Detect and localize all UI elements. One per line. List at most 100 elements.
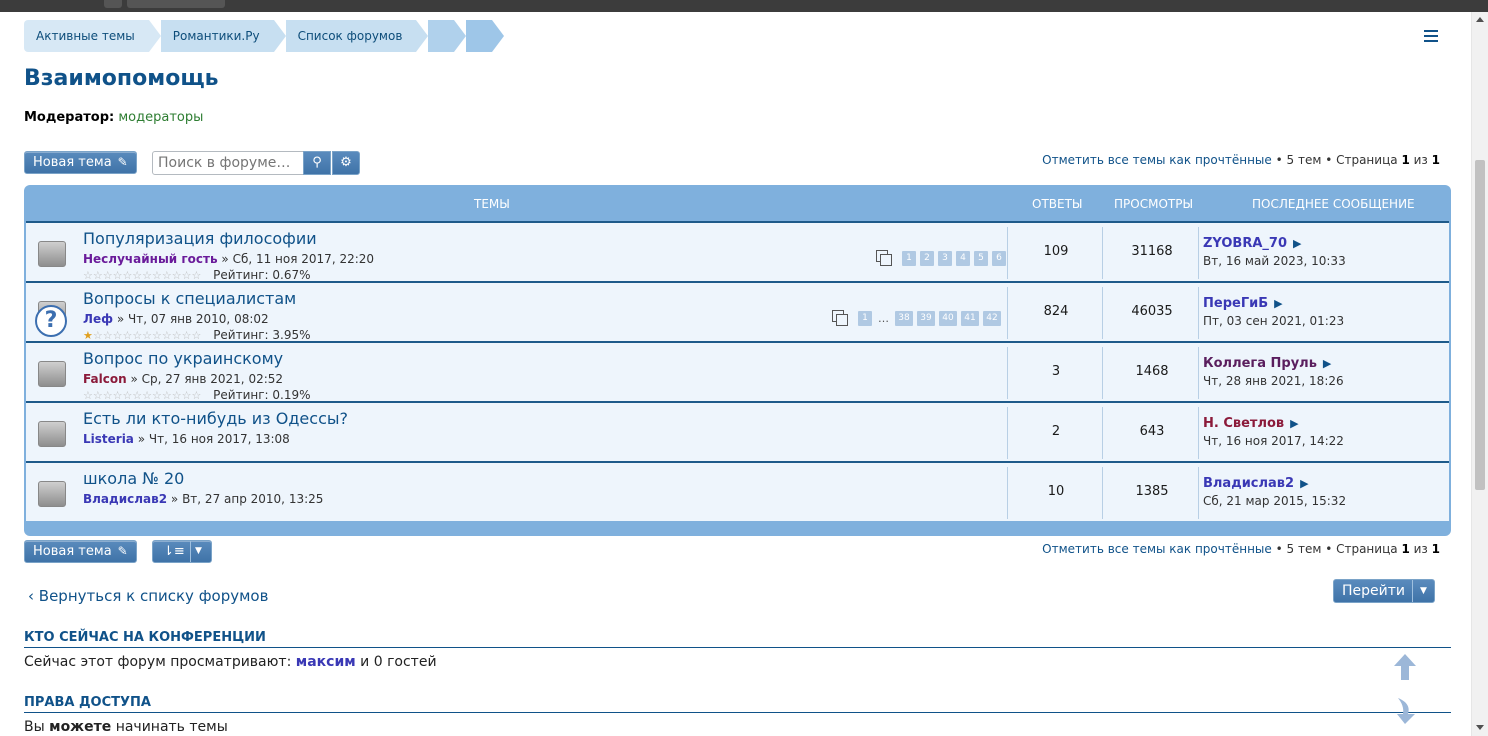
topic-date: Чт, 07 янв 2010, 08:02 xyxy=(128,312,269,326)
page-link[interactable]: 2 xyxy=(920,250,934,266)
page-link[interactable]: 5 xyxy=(974,250,988,266)
page-total: 1 xyxy=(1431,153,1440,167)
page-link[interactable]: 3 xyxy=(938,250,952,266)
new-topic-button[interactable]: Новая тема ✎ xyxy=(24,151,137,174)
online-user-link[interactable]: максим xyxy=(296,654,356,670)
page-link[interactable]: 6 xyxy=(992,250,1006,266)
mark-read-link[interactable]: Отметить все темы как прочтённые xyxy=(1042,542,1272,556)
rating-text: Рейтинг: 3.95% xyxy=(213,328,311,342)
header-topics: ТЕМЫ xyxy=(474,197,510,211)
page-link[interactable]: 1 xyxy=(902,250,916,266)
who-online-prefix: Сейчас этот форум просматривают: xyxy=(24,654,292,670)
breadcrumb-forum-home[interactable]: Романтики.Ру xyxy=(160,20,286,52)
topic-author-link[interactable]: Неслучайный гость xyxy=(83,252,218,266)
table-header: ТЕМЫ ОТВЕТЫ ПРОСМОТРЫ ПОСЛЕДНЕЕ СООБЩЕНИ… xyxy=(26,185,1449,221)
page-link[interactable]: 38 xyxy=(895,310,913,326)
pencil-icon: ✎ xyxy=(117,155,128,169)
scroll-up-arrow-icon[interactable] xyxy=(1476,17,1484,22)
topic-meta: Владислав2 » Вт, 27 апр 2010, 13:25 xyxy=(83,492,323,506)
last-post-author-link[interactable]: Владислав2 xyxy=(1203,476,1294,491)
topic-author-link[interactable]: Владислав2 xyxy=(83,492,167,506)
back-to-forums-link[interactable]: ‹ Вернуться к списку форумов xyxy=(28,587,268,605)
last-post-author-link[interactable]: Н. Светлов xyxy=(1203,416,1284,431)
page-link[interactable]: 4 xyxy=(956,250,970,266)
search-button[interactable]: ⚲ xyxy=(303,151,331,175)
last-post: ПереГиБ ▶ Пт, 03 сен 2021, 01:23 xyxy=(1203,296,1344,328)
scroll-to-top-icon[interactable] xyxy=(1392,652,1418,682)
last-post-author-link[interactable]: Коллега Пруль xyxy=(1203,356,1317,371)
topic-read-icon xyxy=(38,481,66,507)
last-post-author-link[interactable]: ПереГиБ xyxy=(1203,296,1268,311)
go-to-last-post-icon[interactable]: ▶ xyxy=(1323,357,1331,370)
topic-title-link[interactable]: школа № 20 xyxy=(83,469,184,488)
topic-pages: 1 2 3 4 5 6 xyxy=(876,250,1006,266)
header-views: ПРОСМОТРЫ xyxy=(1114,197,1194,211)
replies-count: 10 xyxy=(1047,484,1065,499)
topic-title-link[interactable]: Есть ли кто-нибудь из Одессы? xyxy=(83,409,348,428)
column-divider xyxy=(1007,467,1008,519)
last-post-date: Чт, 28 янв 2021, 18:26 xyxy=(1203,374,1344,388)
last-post: Владислав2 ▶ Сб, 21 мар 2015, 15:32 xyxy=(1203,476,1346,508)
new-topic-label: Новая тема xyxy=(33,155,112,170)
page-link[interactable]: 42 xyxy=(983,310,1001,326)
topic-author-link[interactable]: Леф xyxy=(83,312,113,326)
advanced-search-button[interactable]: ⚙ xyxy=(332,151,360,175)
meta-separator: » xyxy=(170,492,179,506)
permissions-bold: можете xyxy=(49,719,112,735)
topics-count: 5 тем xyxy=(1286,542,1322,556)
topic-row: Есть ли кто-нибудь из Одессы? Listeria »… xyxy=(26,401,1449,461)
breadcrumb-chevron xyxy=(466,20,505,52)
meta-separator: » xyxy=(137,432,146,446)
moderator-link[interactable]: модераторы xyxy=(118,110,203,125)
mark-read-link[interactable]: Отметить все темы как прочтённые xyxy=(1042,153,1272,167)
jump-label: Перейти xyxy=(1342,583,1405,599)
question-mark-icon: ? xyxy=(35,305,67,337)
go-to-last-post-icon[interactable]: ▶ xyxy=(1300,477,1308,490)
sort-options-button[interactable]: ⇂≡ ▼ xyxy=(152,540,212,563)
breadcrumb-forum-list[interactable]: Список форумов xyxy=(285,20,429,52)
topic-date: Вт, 27 апр 2010, 13:25 xyxy=(182,492,324,506)
browser-tab-fragment[interactable] xyxy=(104,0,122,8)
permissions-heading: ПРАВА ДОСТУПА xyxy=(24,695,1451,713)
page-link[interactable]: 40 xyxy=(939,310,957,326)
replies-count: 2 xyxy=(1051,424,1061,439)
scrollbar-thumb[interactable] xyxy=(1475,160,1485,490)
scroll-down-arrow-icon[interactable] xyxy=(1476,725,1484,730)
browser-top-bar xyxy=(0,0,1488,12)
topic-title-link[interactable]: Вопрос по украинскому xyxy=(83,349,283,368)
topic-author-link[interactable]: Listeria xyxy=(83,432,134,446)
topic-author-link[interactable]: Falcon xyxy=(83,372,127,386)
page-current: 1 xyxy=(1401,153,1410,167)
browser-tab-fragment[interactable] xyxy=(127,0,225,8)
who-online-text: Сейчас этот форум просматривают: максим … xyxy=(24,654,437,670)
page-link[interactable]: 39 xyxy=(917,310,935,326)
page-of: из xyxy=(1413,542,1428,556)
new-topic-button-bottom[interactable]: Новая тема ✎ xyxy=(24,540,137,563)
breadcrumb-active-topics[interactable]: Активные темы xyxy=(24,20,161,52)
page-link[interactable]: 1 xyxy=(858,310,872,326)
column-divider xyxy=(1007,347,1008,399)
go-to-last-post-icon[interactable]: ▶ xyxy=(1293,237,1301,250)
last-post: ZYOBRA_70 ▶ Вт, 16 май 2023, 10:33 xyxy=(1203,236,1346,268)
last-post: Коллега Пруль ▶ Чт, 28 янв 2021, 18:26 xyxy=(1203,356,1344,388)
sort-icon: ⇂≡ xyxy=(163,544,185,559)
page-title: Взаимопомощь xyxy=(24,66,219,91)
topic-title-link[interactable]: Популяризация философии xyxy=(83,229,317,248)
chevron-left-icon: ‹ xyxy=(28,587,39,605)
jump-to-button[interactable]: Перейти ▼ xyxy=(1333,579,1435,603)
views-count: 46035 xyxy=(1131,304,1173,319)
go-to-last-post-icon[interactable]: ▶ xyxy=(1274,297,1282,310)
forum-search-input[interactable] xyxy=(152,151,304,175)
page-link[interactable]: 41 xyxy=(961,310,979,326)
topic-title-link[interactable]: Вопросы к специалистам xyxy=(83,289,296,308)
last-post: Н. Светлов ▶ Чт, 16 ноя 2017, 14:22 xyxy=(1203,416,1344,448)
hamburger-menu-icon[interactable] xyxy=(1424,30,1438,42)
pagination-bottom: Отметить все темы как прочтённые • 5 тем… xyxy=(1042,542,1440,556)
page-label: Страница xyxy=(1336,153,1398,167)
go-to-last-post-icon[interactable]: ▶ xyxy=(1290,417,1298,430)
page-scrollbar[interactable] xyxy=(1471,12,1488,736)
scroll-to-bottom-icon[interactable] xyxy=(1392,696,1418,726)
who-online-suffix: и 0 гостей xyxy=(360,654,437,670)
pages-ellipsis: … xyxy=(878,311,889,325)
last-post-author-link[interactable]: ZYOBRA_70 xyxy=(1203,236,1287,251)
